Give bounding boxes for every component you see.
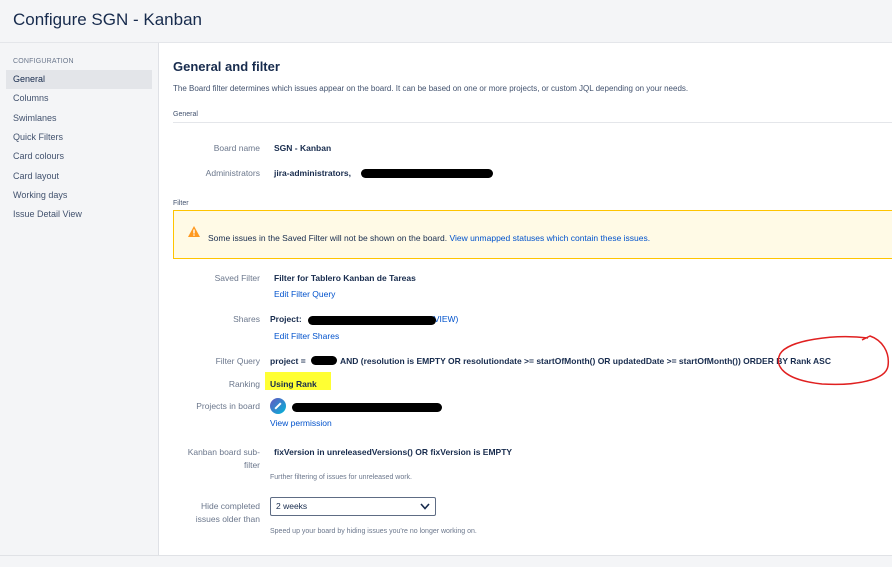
board-filter-description: The Board filter determines which issues… [173, 84, 689, 93]
shares-label: Shares [233, 314, 260, 324]
filter-section-label: Filter [173, 200, 189, 207]
warning-text: Some issues in the Saved Filter will not… [208, 233, 448, 243]
redaction-mark [308, 316, 436, 325]
administrators-label: Administrators [205, 168, 260, 178]
edit-filter-shares-link[interactable]: Edit Filter Shares [274, 331, 339, 341]
page-footer [0, 555, 892, 567]
sidebar: CONFIGURATION General Columns Swimlanes … [0, 43, 159, 555]
general-section-label: General [173, 111, 198, 118]
sidebar-item-card-layout[interactable]: Card layout [6, 167, 152, 186]
page-header: Configure SGN - Kanban [0, 0, 892, 43]
sidebar-item-swimlanes[interactable]: Swimlanes [6, 109, 152, 128]
filter-query-start: project = [270, 356, 306, 366]
subfilter-value: fixVersion in unreleasedVersions() OR fi… [274, 447, 513, 457]
board-name-label: Board name [213, 143, 260, 153]
sidebar-item-general[interactable]: General [6, 70, 152, 89]
administrators-value: jira-administrators, [274, 168, 351, 178]
shares-prefix: Project: [270, 314, 302, 324]
warning-icon [188, 226, 200, 237]
chevron-down-icon [420, 503, 430, 510]
sidebar-item-issue-detail-view[interactable]: Issue Detail View [6, 205, 152, 224]
sidebar-item-working-days[interactable]: Working days [6, 186, 152, 205]
main-content: General and filter The Board filter dete… [160, 43, 892, 555]
redaction-mark [361, 169, 493, 178]
view-unmapped-statuses-link[interactable]: View unmapped statuses which contain the… [449, 233, 650, 243]
sidebar-item-columns[interactable]: Columns [6, 89, 152, 108]
projects-in-board-label: Projects in board [196, 401, 260, 411]
board-name-value: SGN - Kanban [274, 143, 332, 153]
hide-completed-select[interactable]: 2 weeks [270, 497, 436, 516]
unmapped-statuses-warning: Some issues in the Saved Filter will not… [173, 210, 892, 259]
warning-message: Some issues in the Saved Filter will not… [208, 233, 650, 243]
saved-filter-label: Saved Filter [214, 273, 260, 283]
ranking-label: Ranking [228, 379, 260, 389]
sidebar-item-quick-filters[interactable]: Quick Filters [6, 128, 152, 147]
section-title: General and filter [173, 59, 280, 74]
subfilter-help: Further filtering of issues for unreleas… [270, 474, 413, 481]
filter-query-value: AND (resolution is EMPTY OR resolutionda… [340, 356, 831, 366]
saved-filter-value: Filter for Tablero Kanban de Tareas [274, 273, 416, 283]
ranking-value: Using Rank [270, 379, 317, 389]
filter-query-label: Filter Query [215, 356, 260, 366]
sidebar-item-card-colours[interactable]: Card colours [6, 147, 152, 166]
red-annotation-circle [777, 335, 890, 386]
redaction-mark [311, 356, 337, 365]
hide-completed-value: 2 weeks [276, 501, 308, 511]
subfilter-label-line1: Kanban board sub- [187, 447, 260, 457]
divider [173, 122, 892, 123]
project-avatar [270, 398, 286, 414]
page-title: Configure SGN - Kanban [13, 10, 202, 29]
view-permission-link[interactable]: View permission [270, 418, 332, 428]
subfilter-label-line2: filter [243, 460, 260, 470]
hide-completed-help: Speed up your board by hiding issues you… [270, 528, 477, 535]
hide-completed-label-line2: issues older than [195, 514, 260, 524]
redaction-mark [292, 403, 442, 412]
edit-filter-query-link[interactable]: Edit Filter Query [274, 289, 335, 299]
hide-completed-label-line1: Hide completed [200, 501, 260, 511]
sidebar-heading: CONFIGURATION [13, 58, 74, 65]
